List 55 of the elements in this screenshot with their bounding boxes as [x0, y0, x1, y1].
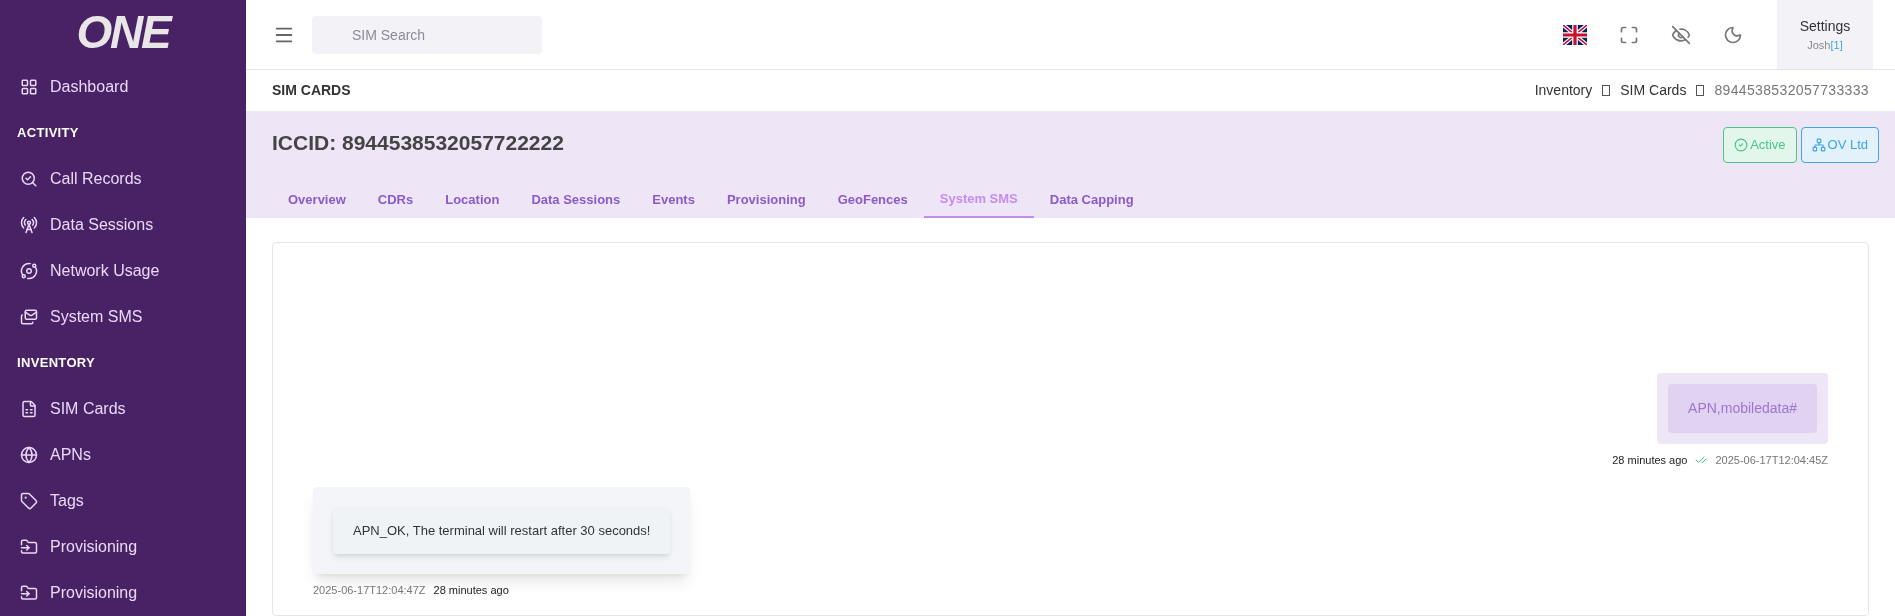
sidebar-item[interactable]: APNs [20, 432, 226, 478]
message-text: APN_OK, The terminal will restart after 30 seconds! [333, 506, 671, 554]
antenna-icon [20, 216, 38, 234]
sidebar-item[interactable]: Provisioning [20, 570, 226, 616]
separator-icon [1696, 85, 1705, 96]
organization-badge: OV Ltd [1800, 127, 1879, 163]
document-icon [20, 400, 38, 418]
folder-icon [20, 538, 38, 556]
search-field[interactable]: SIM Search [312, 15, 542, 54]
language-button[interactable] [1563, 24, 1587, 45]
folder-icon [20, 584, 38, 602]
tab[interactable]: Provisioning [710, 181, 822, 218]
sidebar-item[interactable]: Provisioning [20, 524, 226, 570]
visibility-button[interactable] [1671, 24, 1691, 45]
section-heading: ACTIVITY [17, 124, 79, 143]
sidebar-item[interactable]: Dashboard [20, 64, 226, 110]
status-badge: Active [1723, 127, 1797, 163]
settings-panel[interactable]: Settings Josh[1] [1777, 0, 1873, 69]
message-text: APN,mobiledata# [1668, 384, 1817, 433]
sidebar-item[interactable]: Network Usage [20, 248, 226, 294]
section-heading: INVENTORY [17, 354, 96, 373]
breadcrumb-link[interactable]: SIM Cards [1620, 80, 1687, 101]
tab[interactable]: Location [429, 181, 516, 218]
tab[interactable]: Events [636, 181, 711, 218]
user-name: Josh[1] [1807, 37, 1843, 53]
tab[interactable]: CDRs [361, 181, 430, 218]
envelope-icon [20, 308, 38, 326]
search-icon [20, 170, 38, 188]
sidebar-item[interactable]: Data Sessions [20, 202, 226, 248]
settings-label: Settings [1799, 16, 1851, 36]
tag-icon [20, 492, 38, 510]
timestamp: 2025-06-17T12:04:45Z [1715, 453, 1828, 468]
page-title: SIM CARDS [272, 81, 351, 100]
uk-flag-icon [1563, 24, 1587, 45]
sidebar-item[interactable]: SIM Cards [20, 386, 226, 432]
logo: ONE [76, 9, 170, 55]
current-iccid: 8944538532057733333 [1714, 81, 1869, 100]
sidebar-item[interactable]: Tags [20, 478, 226, 524]
tab[interactable]: Data Sessions [515, 181, 637, 218]
grid-icon [20, 78, 38, 96]
tab[interactable]: Data Capping [1033, 181, 1150, 218]
fullscreen-button[interactable] [1619, 24, 1639, 45]
separator-icon [1602, 85, 1611, 96]
orbit-icon [20, 262, 38, 280]
globe-icon [20, 446, 38, 464]
tab[interactable]: Overview [272, 181, 362, 218]
theme-button[interactable] [1723, 24, 1743, 45]
sidebar-item[interactable]: Call Records [20, 156, 226, 202]
relative-time: 28 minutes ago [1612, 453, 1688, 468]
breadcrumb-link[interactable]: Inventory [1534, 80, 1593, 101]
tab[interactable]: GeoFences [821, 181, 924, 218]
iccid-title: ICCID: 8944538532057722222 [272, 130, 564, 156]
sidebar-item[interactable]: System SMS [20, 294, 226, 340]
timestamp: 2025-06-17T12:04:47Z [313, 583, 426, 598]
relative-time: 28 minutes ago [433, 583, 509, 598]
